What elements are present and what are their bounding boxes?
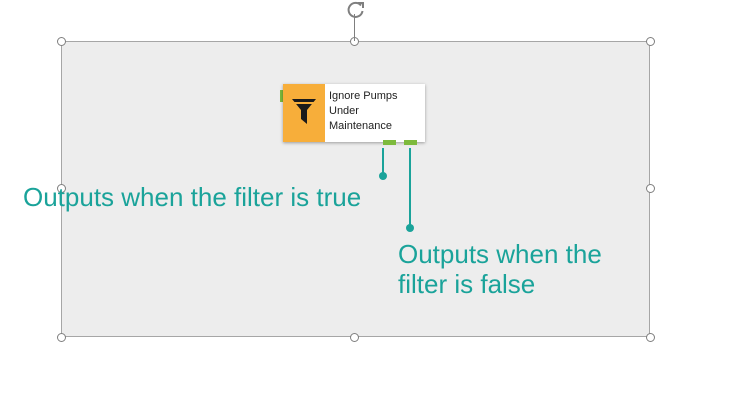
true-callout-dot: [379, 172, 387, 180]
true-output-anchor[interactable]: [383, 140, 396, 145]
node-title-line-3: Maintenance: [329, 120, 392, 132]
resize-handle-top-right[interactable]: [646, 37, 655, 46]
node-title: Ignore Pumps Under Maintenance: [329, 89, 423, 134]
filter-tool-node[interactable]: Ignore Pumps Under Maintenance: [283, 84, 425, 142]
false-callout-dot: [406, 224, 414, 232]
false-output-anchor[interactable]: [404, 140, 417, 145]
resize-handle-bottom-right[interactable]: [646, 333, 655, 342]
resize-handle-bottom-left[interactable]: [57, 333, 66, 342]
true-output-annotation: Outputs when the filter is true: [23, 182, 362, 212]
resize-handle-right[interactable]: [646, 184, 655, 193]
resize-handle-bottom[interactable]: [350, 333, 359, 342]
node-icon-container: [283, 84, 325, 142]
false-annotation-line-2: filter is false: [398, 269, 536, 299]
filter-funnel-icon: [292, 99, 316, 124]
node-title-line-2: Under: [329, 105, 359, 117]
false-annotation-line-1: Outputs when the: [398, 239, 602, 269]
false-output-annotation: Outputs when the filter is false: [398, 239, 602, 299]
false-callout-line: [409, 148, 411, 228]
node-title-line-1: Ignore Pumps: [329, 90, 398, 102]
resize-handle-top-left[interactable]: [57, 37, 66, 46]
rotate-icon[interactable]: [345, 0, 367, 21]
